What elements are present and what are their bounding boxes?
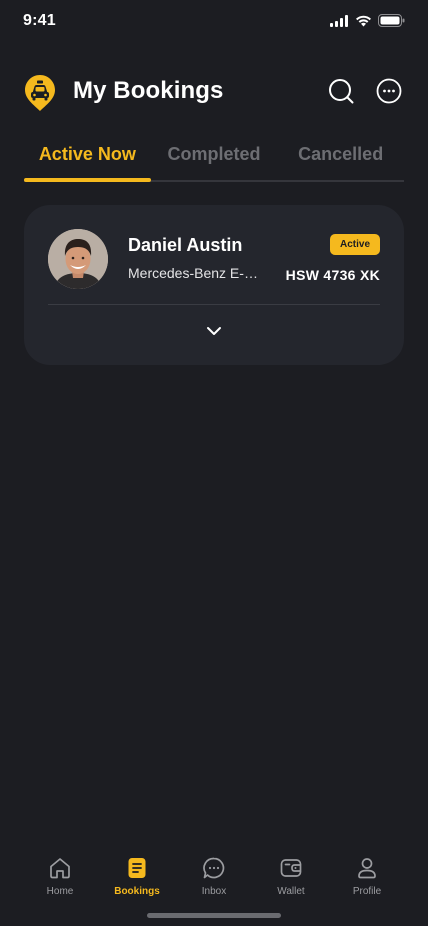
nav-wallet[interactable]: Wallet <box>256 856 326 897</box>
search-button[interactable] <box>328 78 354 104</box>
page-title: My Bookings <box>73 77 224 104</box>
nav-bookings[interactable]: Bookings <box>102 856 172 897</box>
more-options-button[interactable] <box>376 78 402 104</box>
search-icon <box>329 79 354 104</box>
wallet-icon <box>280 859 302 877</box>
card-divider <box>48 304 380 305</box>
battery-icon <box>378 14 405 27</box>
car-model: Mercedes-Benz E-Class <box>128 265 268 281</box>
driver-name: Daniel Austin <box>128 235 243 255</box>
status-icons <box>330 14 405 27</box>
nav-home[interactable]: Home <box>25 856 95 897</box>
bottom-navigation: Home Bookings Inbox Wallet Profile <box>0 836 428 926</box>
chat-icon <box>203 857 225 879</box>
wifi-icon <box>356 15 371 26</box>
status-time: 9:41 <box>23 12 56 29</box>
tab-cancelled[interactable]: Cancelled <box>277 138 404 180</box>
header: My Bookings <box>24 72 404 112</box>
license-plate: HSW 4736 XK <box>285 267 380 283</box>
nav-inbox-label: Inbox <box>201 886 227 897</box>
status-badge: Active <box>329 234 380 255</box>
nav-inbox[interactable]: Inbox <box>179 856 249 897</box>
nav-home-label: Home <box>46 886 74 897</box>
booking-card[interactable]: Daniel Austin Mercedes-Benz E-Class Acti… <box>24 205 404 365</box>
status-bar: 9:41 <box>0 0 428 44</box>
nav-profile[interactable]: Profile <box>332 856 402 897</box>
bookings-screen: 9:41 My Bookings Active Now Completed Ca… <box>0 0 428 926</box>
cellular-signal-icon <box>330 14 348 27</box>
nav-profile-label: Profile <box>352 886 382 897</box>
tab-active-now[interactable]: Active Now <box>24 138 151 182</box>
nav-bookings-label: Bookings <box>114 886 160 897</box>
driver-avatar <box>48 229 108 289</box>
more-options-icon <box>376 78 402 104</box>
home-icon <box>50 858 70 879</box>
tab-completed[interactable]: Completed <box>151 138 278 180</box>
nav-wallet-label: Wallet <box>277 886 305 897</box>
driver-photo <box>48 229 108 289</box>
user-icon <box>358 858 376 879</box>
booking-tabs: Active Now Completed Cancelled <box>24 138 404 182</box>
home-indicator[interactable] <box>147 913 281 918</box>
expand-button[interactable] <box>202 321 226 341</box>
document-icon <box>128 858 146 878</box>
chevron-down-icon <box>207 327 221 335</box>
taxi-logo-icon <box>25 75 55 111</box>
